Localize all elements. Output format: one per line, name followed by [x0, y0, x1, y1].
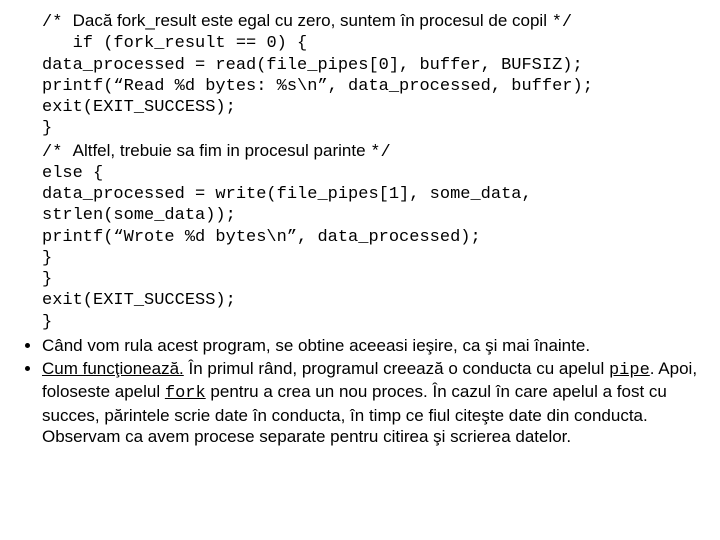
code-pipe: pipe — [609, 361, 650, 380]
comment-open-2: /* — [42, 143, 73, 162]
comment-1-text: Dacă fork_result este egal cu zero, sunt… — [73, 11, 552, 30]
how-it-works-label: Cum funcţionează. — [42, 359, 184, 378]
comment-2-text: Altfel, trebuie sa fim in procesul parin… — [73, 141, 371, 160]
bullet-how-it-works: Cum funcţionează. În primul rând, progra… — [42, 358, 706, 447]
slide-content: /* Dacă fork_result este egal cu zero, s… — [0, 0, 720, 459]
comment-1: /* Dacă fork_result este egal cu zero, s… — [42, 10, 706, 33]
comment-2: /* Altfel, trebuie sa fim in procesul pa… — [42, 140, 706, 163]
bullet-list: /* Dacă fork_result este egal cu zero, s… — [14, 10, 706, 447]
code-fork: fork — [165, 384, 206, 403]
comment-open: /* — [42, 13, 73, 32]
code-block-1: if (fork_result == 0) { data_processed =… — [42, 33, 706, 139]
how-text-1: În primul rând, programul creează o cond… — [184, 359, 609, 378]
bullet-run-program-text: Când vom rula acest program, se obtine a… — [42, 336, 590, 355]
bullet-run-program: Când vom rula acest program, se obtine a… — [42, 335, 706, 356]
comment-close-2: */ — [370, 143, 390, 162]
code-segment-1: /* Dacă fork_result este egal cu zero, s… — [42, 10, 706, 333]
code-block-2: else { data_processed = write(file_pipes… — [42, 163, 706, 333]
comment-close: */ — [552, 13, 572, 32]
